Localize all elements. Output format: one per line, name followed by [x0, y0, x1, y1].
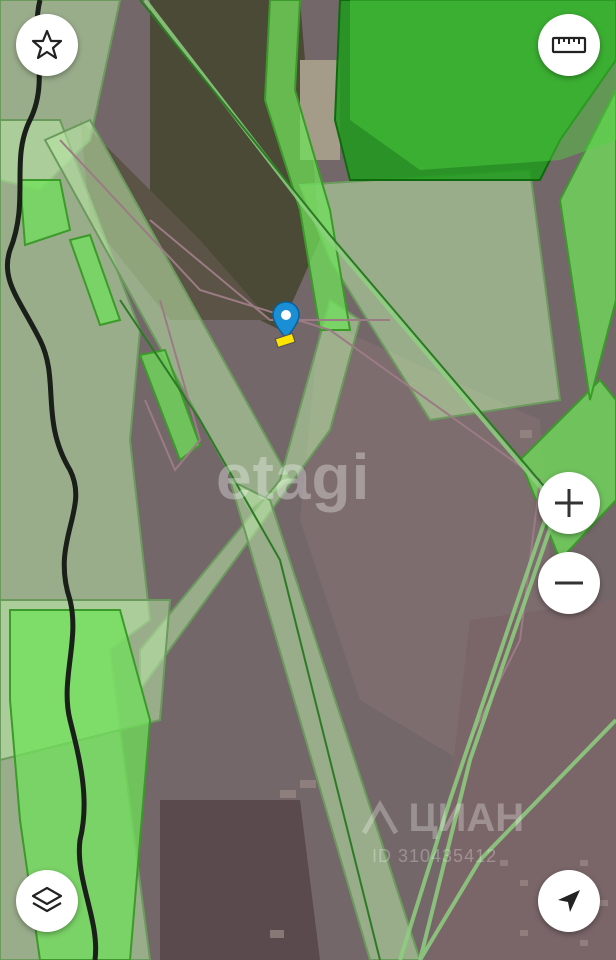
favorite-button[interactable] [16, 14, 78, 76]
layers-icon [31, 886, 63, 913]
cian-listing-id: ID 310435412 [372, 846, 498, 866]
cian-brand-text: ЦИАН [408, 796, 525, 840]
zoom-in-button[interactable] [538, 472, 600, 534]
zoom-out-button[interactable] [538, 552, 600, 614]
ruler-button[interactable] [538, 14, 600, 76]
star-icon [31, 29, 63, 60]
plus-icon [555, 489, 583, 517]
navigation-arrow-icon [558, 890, 580, 912]
ruler-icon [551, 36, 587, 54]
locate-button[interactable] [538, 870, 600, 932]
map-canvas[interactable]: etagi ЦИАН ID 310435412 [0, 0, 616, 960]
etagi-watermark: etagi [216, 441, 371, 513]
minus-icon [555, 581, 583, 585]
layers-button[interactable] [16, 870, 78, 932]
location-pin[interactable] [266, 300, 306, 352]
cian-watermark: ЦИАН ID 310435412 [360, 796, 525, 866]
cian-logo-icon [361, 799, 399, 834]
